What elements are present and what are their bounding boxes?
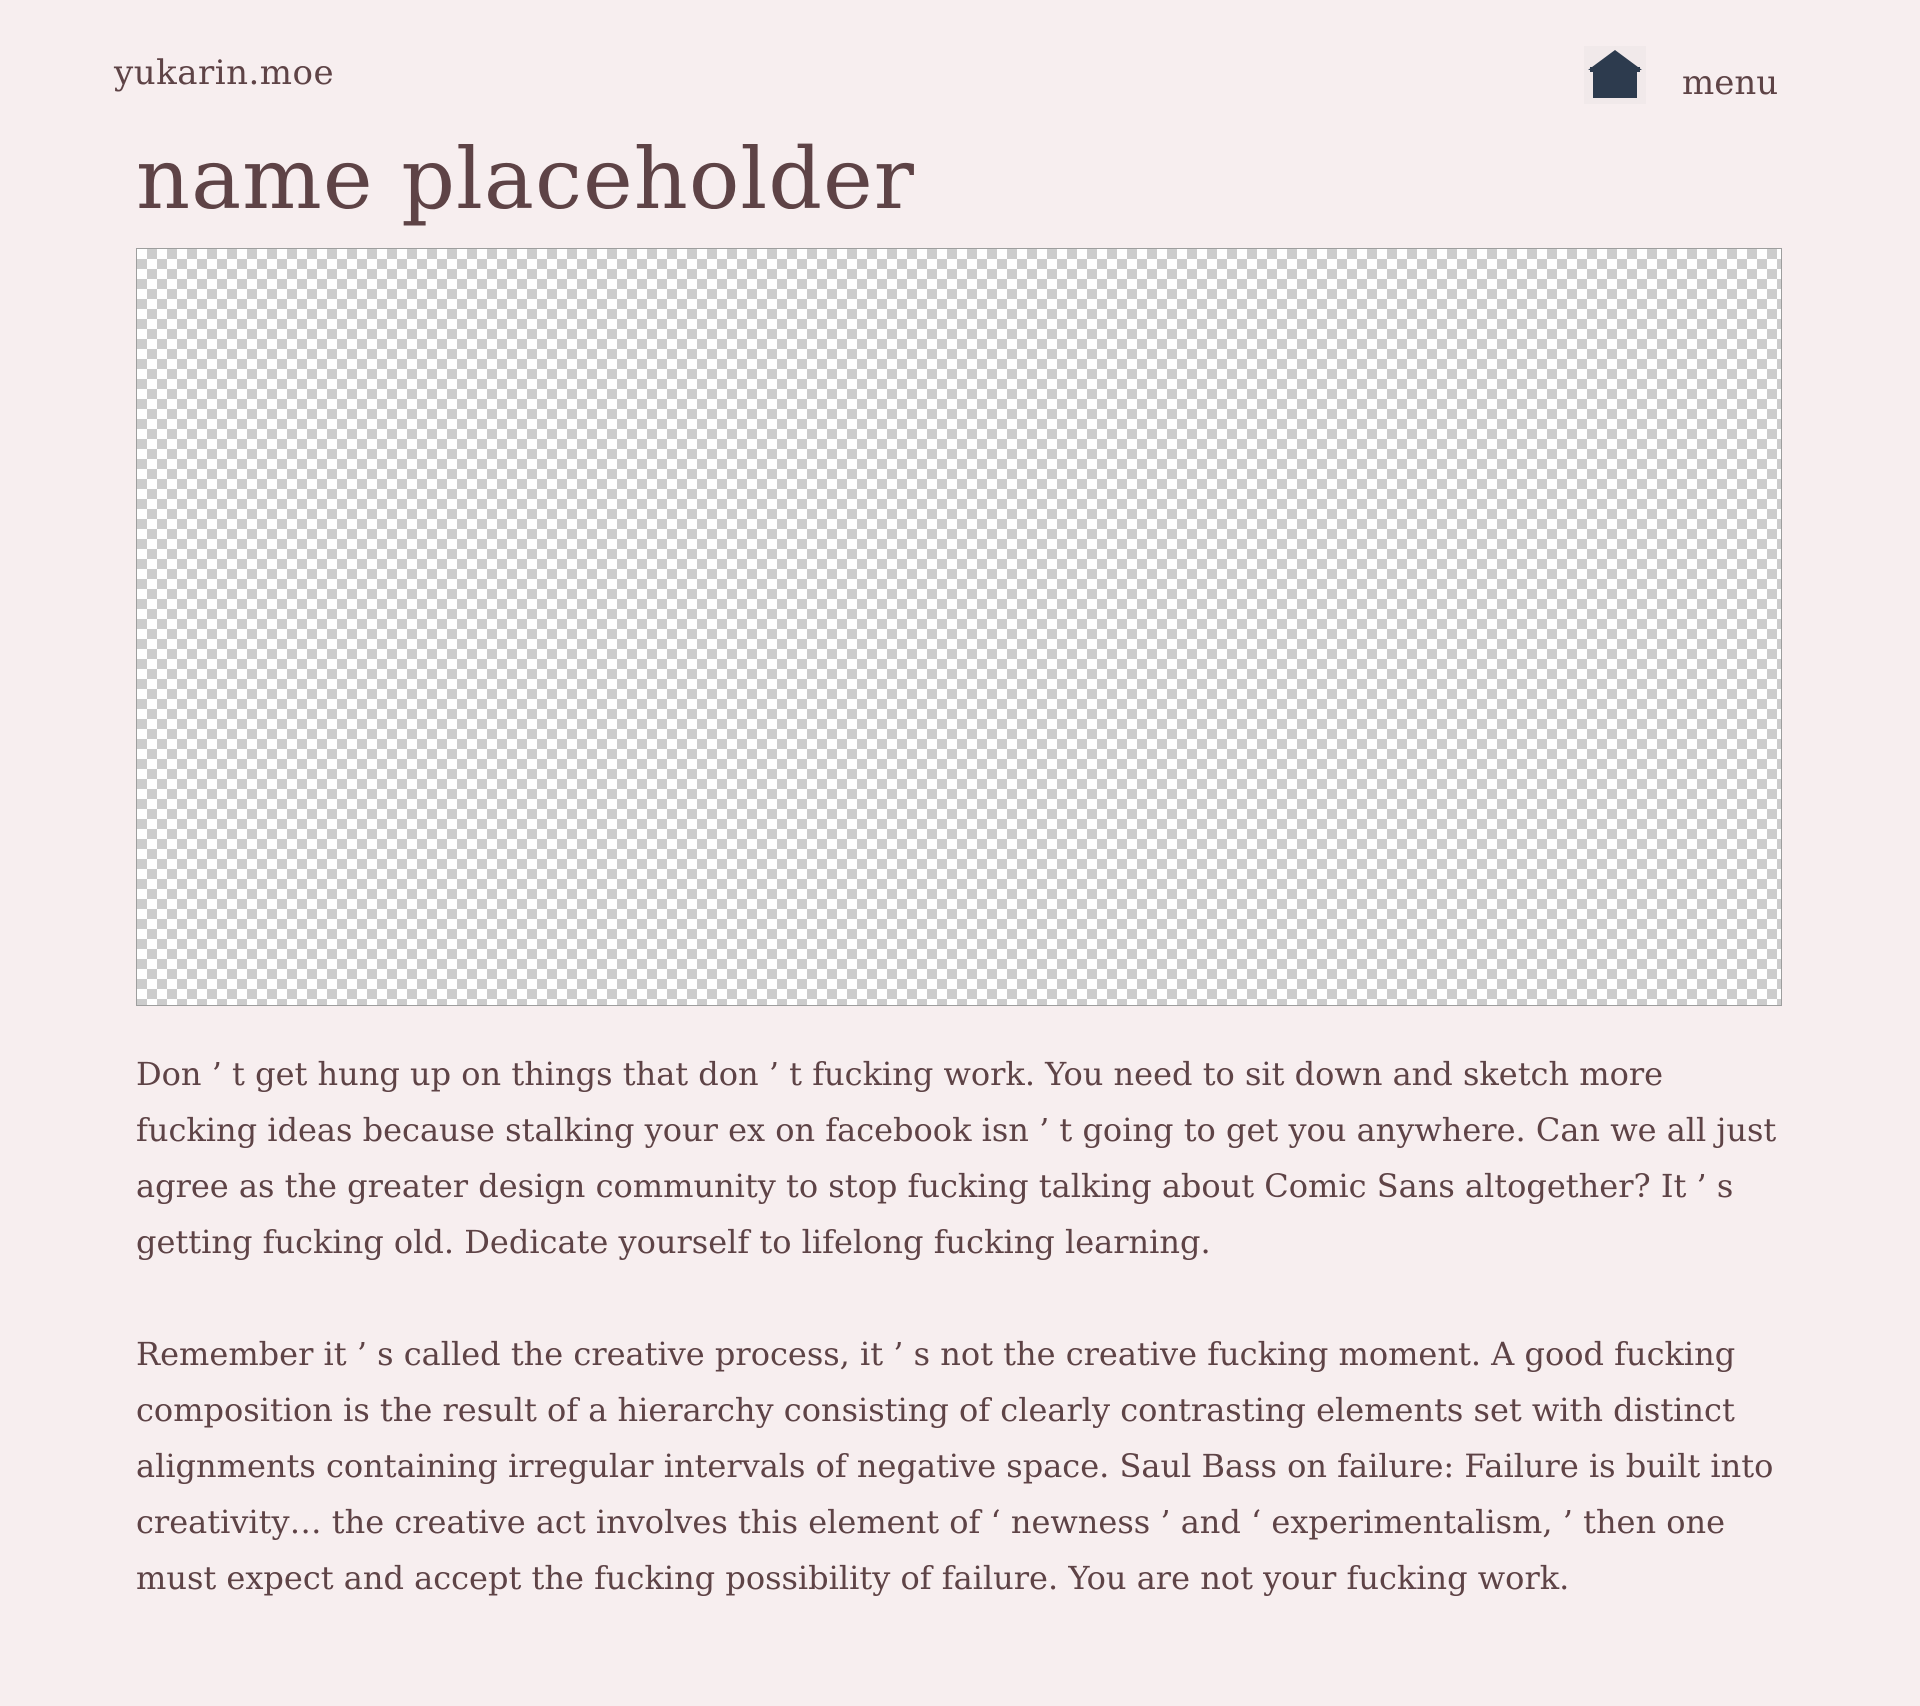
menu-button[interactable]: menu: [1682, 58, 1778, 108]
body-paragraph: Remember it ’ s called the creative proc…: [136, 1335, 1774, 1597]
home-button[interactable]: [1584, 46, 1646, 104]
body-paragraph: Don ’ t get hung up on things that don ’…: [136, 1055, 1777, 1261]
home-icon: [1584, 46, 1646, 104]
site-name-link[interactable]: yukarin.moe: [114, 48, 334, 98]
page-title: name placeholder: [136, 130, 915, 228]
image-placeholder: [136, 248, 1782, 1006]
